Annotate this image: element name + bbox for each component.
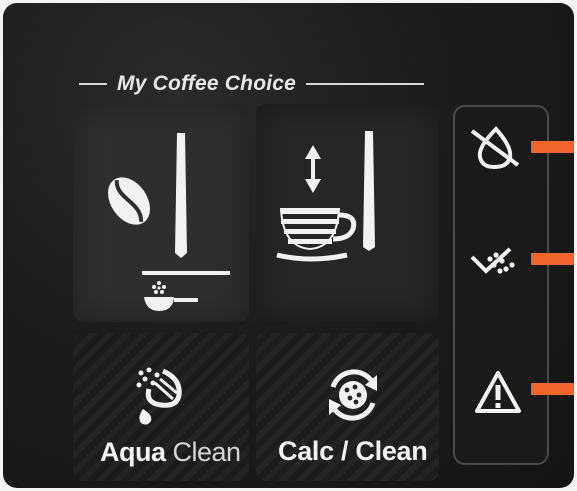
aqua-label-thin: Clean [172,437,242,467]
cup-volume-icon [276,131,375,262]
indicator-light-grounds [531,253,574,265]
indicator-light-water [531,141,574,153]
measuring-scoop-icon [142,271,230,311]
descale-cycle-icon [329,369,377,421]
indicator-light-warning [531,383,574,395]
control-panel: My Coffee Choice Aqua Clean Calc / Clean [3,3,574,488]
grounds-container-icon [470,247,515,274]
aqua-clean-label: Aqua Clean [100,437,241,468]
water-off-icon [470,126,520,170]
header-rule-left [79,83,107,85]
aqua-label-bold: Aqua [100,437,166,467]
warning-icon [475,371,521,413]
calc-clean-label: Calc / Clean [278,436,428,466]
header-rule-right [306,83,424,85]
header-title: My Coffee Choice [117,72,297,95]
water-filter-icon [136,367,182,425]
section-header: My Coffee Choice [79,69,424,99]
